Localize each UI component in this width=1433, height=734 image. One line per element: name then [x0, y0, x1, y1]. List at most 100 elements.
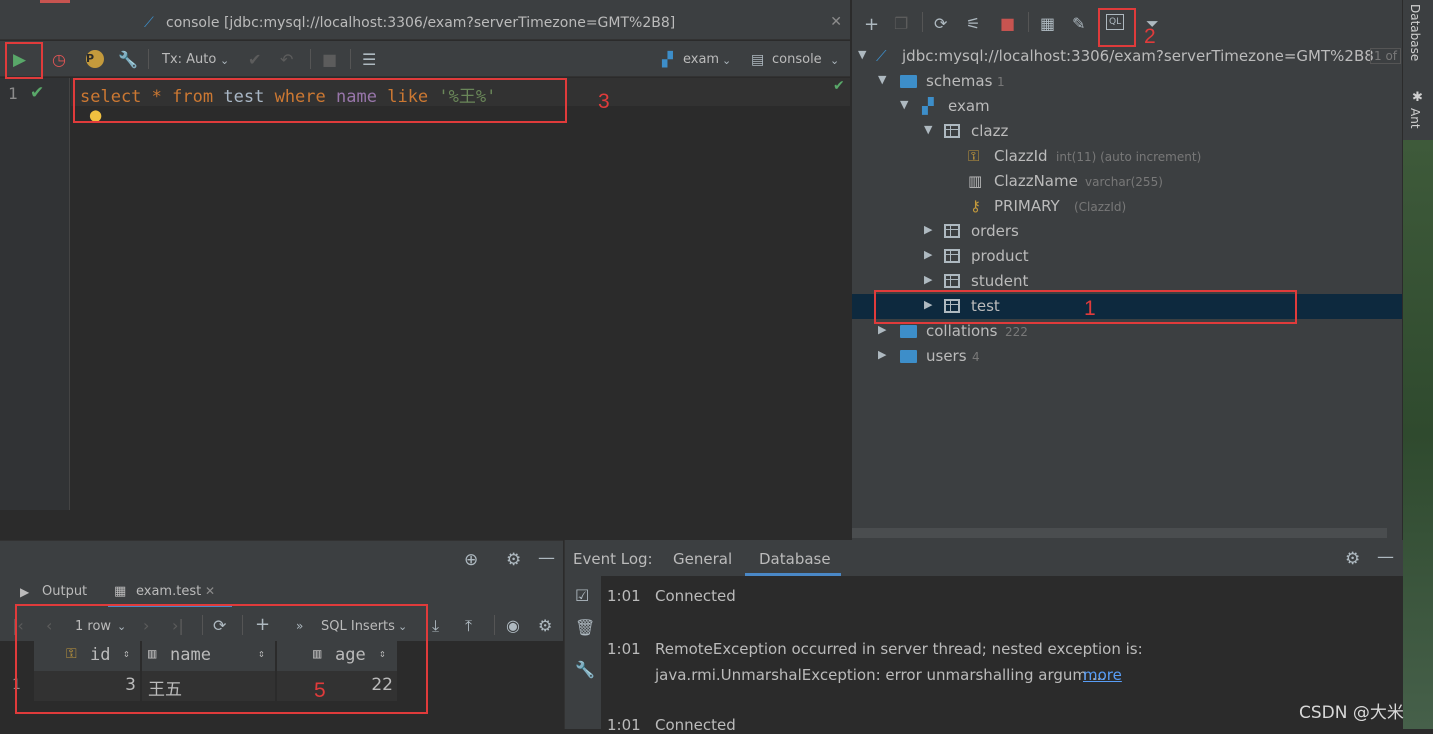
tree-users[interactable]: ▶ users 4 — [852, 344, 1403, 369]
tab-output[interactable]: Output — [42, 584, 87, 599]
chevron-down-icon[interactable]: ⌄ — [722, 54, 731, 67]
ant-side-tab[interactable]: Ant — [1408, 108, 1422, 129]
sql-editor[interactable]: select * from test where name like '%王%'… — [71, 78, 850, 510]
disconnect-icon[interactable]: ■ — [1000, 14, 1015, 33]
horizontal-scrollbar[interactable] — [852, 528, 1387, 538]
toolbar-divider — [148, 49, 149, 69]
tree-column[interactable]: ⚿ ClazzId int(11) (auto increment) — [852, 144, 1403, 169]
table-view-icon[interactable]: ▦ — [1040, 14, 1055, 33]
expanded-arrow-icon[interactable]: ▼ — [924, 123, 932, 136]
tree-schemas[interactable]: ▼ schemas 1 — [852, 69, 1403, 94]
more-link[interactable]: more — [1083, 666, 1122, 684]
run-tabs: ▶ Output ▦ exam.test ✕ — [0, 577, 563, 607]
schema-icon: ▞ — [662, 52, 673, 68]
tab-database[interactable]: Database — [759, 550, 831, 568]
minimize-icon[interactable]: — — [1377, 547, 1394, 567]
tool-window-strip: Database ✱ Ant — [1402, 0, 1433, 729]
expanded-arrow-icon[interactable]: ▼ — [878, 73, 886, 86]
gear-icon[interactable]: ⚙ — [506, 550, 521, 570]
primary-key-column-icon: ⚿ — [968, 147, 980, 165]
ant-icon: ✱ — [1412, 90, 1423, 105]
output-layout-icon[interactable]: ☰ — [362, 50, 376, 69]
users-count: 4 — [972, 350, 980, 364]
toolbar-divider — [494, 615, 495, 635]
table-icon — [944, 272, 960, 290]
trash-icon[interactable]: 🗑 — [575, 618, 595, 637]
history-icon[interactable]: ◷ — [52, 50, 66, 69]
database-tree: ▼ ⟋ jdbc:mysql://localhost:3306/exam?ser… — [852, 44, 1403, 524]
refresh-icon[interactable]: ⟳ — [934, 14, 947, 33]
close-icon[interactable]: ✕ — [830, 14, 842, 30]
table-label: product — [971, 247, 1029, 265]
column-name: ClazzName — [994, 172, 1078, 190]
commit-icon[interactable]: ✔ — [248, 50, 261, 69]
chevron-down-icon[interactable]: ⌄ — [830, 54, 839, 67]
annotation-box-result — [15, 604, 428, 714]
gear-icon[interactable]: ⚙ — [538, 616, 552, 635]
schemas-count: 1 — [997, 75, 1005, 89]
collapsed-arrow-icon[interactable]: ▶ — [878, 323, 886, 336]
expanded-arrow-icon[interactable]: ▼ — [900, 98, 908, 111]
settings-wrench-icon[interactable]: 🔧 — [118, 50, 138, 69]
log-time: 1:01 — [607, 640, 641, 658]
collapsed-arrow-icon[interactable]: ▶ — [924, 223, 932, 236]
expanded-arrow-icon[interactable]: ▼ — [858, 48, 866, 61]
mark-read-icon[interactable]: ☑ — [575, 586, 589, 605]
tree-index[interactable]: ⚷ PRIMARY (ClazzId) — [852, 194, 1403, 219]
minimize-icon[interactable]: — — [538, 548, 555, 568]
schema-selector[interactable]: exam — [683, 52, 719, 67]
tree-connection[interactable]: ▼ ⟋ jdbc:mysql://localhost:3306/exam?ser… — [852, 44, 1403, 69]
session-selector[interactable]: console — [772, 52, 822, 67]
upload-icon[interactable]: ⤒ — [465, 616, 472, 636]
transaction-mode-dropdown[interactable]: Tx: Auto — [162, 52, 216, 67]
table-label: orders — [971, 222, 1019, 240]
annotation-label: 3 — [598, 90, 610, 113]
column-type: varchar(255) — [1085, 175, 1163, 189]
connection-label: jdbc:mysql://localhost:3306/exam?serverT… — [902, 47, 1374, 65]
tree-table-product[interactable]: ▶ product — [852, 244, 1403, 269]
primary-label: PRIMARY — [994, 197, 1060, 215]
column-type: int(11) (auto increment) — [1056, 150, 1202, 164]
tree-exam-schema[interactable]: ▼ ▞ exam — [852, 94, 1403, 119]
chevron-down-icon[interactable]: ⌄ — [220, 54, 229, 67]
collapsed-arrow-icon[interactable]: ▶ — [878, 348, 886, 361]
add-icon[interactable]: + — [864, 14, 879, 35]
gear-icon[interactable]: ⚙ — [1345, 549, 1360, 569]
active-tab-underline — [745, 573, 841, 576]
database-side-tab[interactable]: Database — [1408, 4, 1422, 61]
annotation-label: 1 — [1084, 297, 1096, 320]
active-tab-marker — [40, 0, 70, 3]
tree-column[interactable]: ▥ ClazzName varchar(255) — [852, 169, 1403, 194]
console-toolbar: ▶ ◷ P 🔧 Tx: Auto ⌄ ✔ ↶ ■ ☰ ▞ exam ⌄ ▤ co… — [0, 41, 850, 77]
rollback-icon[interactable]: ↶ — [280, 50, 293, 69]
collapsed-arrow-icon[interactable]: ▶ — [924, 273, 932, 286]
tree-table-clazz[interactable]: ▼ clazz — [852, 119, 1403, 144]
mysql-dolphin-icon: ⟋ — [876, 47, 887, 65]
tree-table-orders[interactable]: ▶ orders — [852, 219, 1403, 244]
download-icon[interactable]: ⤓ — [432, 616, 439, 636]
log-time: 1:01 — [607, 587, 641, 605]
close-icon[interactable]: ✕ — [205, 584, 215, 598]
folder-icon — [900, 322, 917, 340]
tab-general[interactable]: General — [673, 550, 732, 568]
log-time: 1:01 — [607, 716, 641, 734]
stop-icon[interactable]: ■ — [322, 50, 337, 69]
table-label: student — [971, 272, 1029, 290]
table-icon — [944, 247, 960, 265]
table-icon — [944, 222, 960, 240]
table-icon: ▦ — [114, 584, 127, 599]
copy-icon[interactable]: ❐ — [894, 14, 908, 33]
tab-exam-test[interactable]: exam.test — [136, 584, 201, 599]
profile-icon[interactable]: P — [86, 50, 104, 68]
line-number: 1 — [8, 84, 18, 103]
synchronize-icon[interactable]: ⚟ — [966, 14, 980, 33]
settings-wrench-icon[interactable]: 🔧 — [575, 660, 595, 679]
annotation-label: 5 — [314, 679, 326, 702]
edit-pencil-icon[interactable]: ✎ — [1072, 14, 1085, 33]
eye-icon[interactable]: ◉ — [506, 616, 520, 635]
collapsed-arrow-icon[interactable]: ▶ — [924, 248, 932, 261]
collations-count: 222 — [1005, 325, 1028, 339]
users-label: users — [926, 347, 967, 365]
connection-counter: 1 of — [1370, 48, 1402, 64]
target-icon[interactable]: ⊕ — [464, 550, 478, 570]
